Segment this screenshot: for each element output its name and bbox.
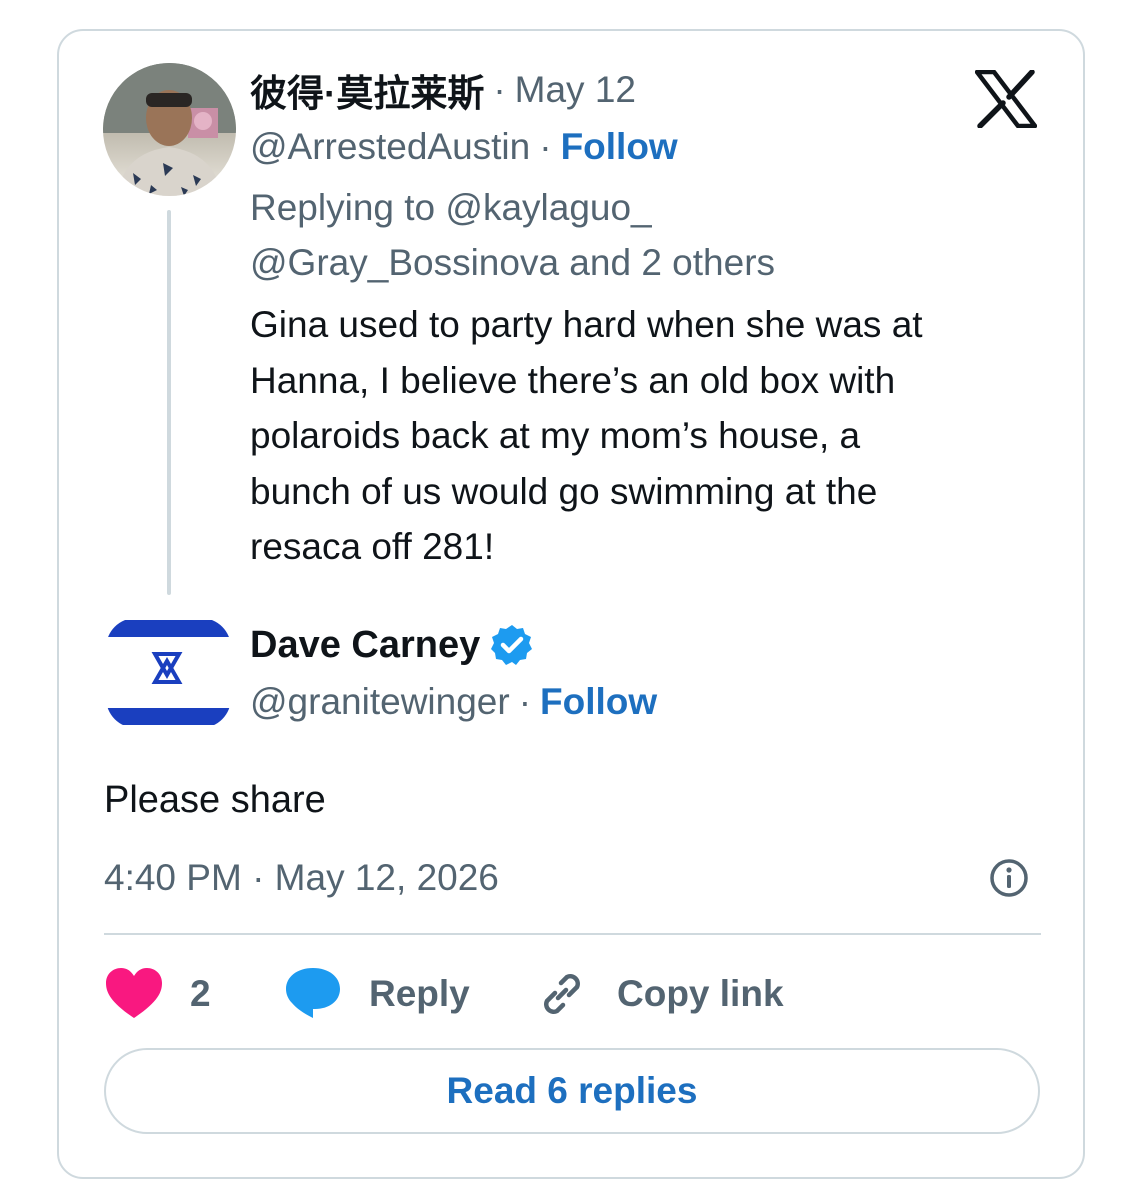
parent-text-line: Hanna, I believe there’s an old box with [250,359,896,401]
read-replies-button[interactable]: Read 6 replies [104,1048,1040,1134]
parent-author-avatar[interactable] [103,63,236,196]
parent-text-line: polaroids back at my mom’s house, a [250,415,861,456]
heart-icon[interactable] [106,968,162,1020]
parent-text-line: bunch of us would go swimming at the [250,470,878,512]
parent-author-name[interactable]: 彼得·莫拉莱斯 [250,63,484,117]
parent-text-line: resaca off 281! [250,526,495,567]
link-icon[interactable] [536,968,588,1020]
main-author-name[interactable]: Dave Carney [250,624,480,667]
parent-tweet-date[interactable]: May 12 [515,69,636,111]
parent-handle-row: @ArrestedAustin · Follow [250,124,678,170]
replying-to-others-line[interactable]: @Gray_Bossinova and 2 others [250,235,775,290]
thread-connector-line [167,210,171,595]
parent-tweet-header: 彼得·莫拉莱斯 · May 12 [250,68,636,114]
header-separator: · [493,69,506,110]
parent-author-handle[interactable]: @ArrestedAustin [250,126,530,168]
tweet-timestamp[interactable]: 4:40 PM · May 12, 2026 [104,853,499,903]
replying-to-context: Replying to @kaylaguo_ @Gray_Bossinova a… [250,180,775,290]
main-tweet-header: Dave Carney [250,620,534,670]
x-logo-icon[interactable] [974,69,1038,129]
tweet-actions-bar: 2 Reply Copy link [104,962,1044,1026]
main-tweet-text: Please share [104,779,326,821]
info-icon[interactable] [988,857,1030,899]
copy-link-button[interactable]: Copy link [617,962,784,1026]
parent-tweet-text: Gina used to party hard when she was at … [250,297,1040,575]
reply-button[interactable]: Reply [369,962,470,1026]
handle-separator: · [539,126,552,167]
reply-bubble-icon[interactable] [285,966,341,1020]
main-handle-row: @granitewinger · Follow [250,678,657,726]
replying-to-line[interactable]: Replying to @kaylaguo_ [250,180,775,235]
like-count[interactable]: 2 [190,962,211,1026]
handle-separator: · [518,681,532,722]
follow-parent-author-button[interactable]: Follow [561,126,678,168]
parent-text-line: Gina used to party hard when she was at [250,304,923,345]
divider [104,933,1041,935]
main-author-avatar[interactable] [106,618,231,728]
follow-main-author-button[interactable]: Follow [540,681,657,723]
verified-badge-icon [490,623,534,667]
main-author-handle[interactable]: @granitewinger [250,681,510,723]
